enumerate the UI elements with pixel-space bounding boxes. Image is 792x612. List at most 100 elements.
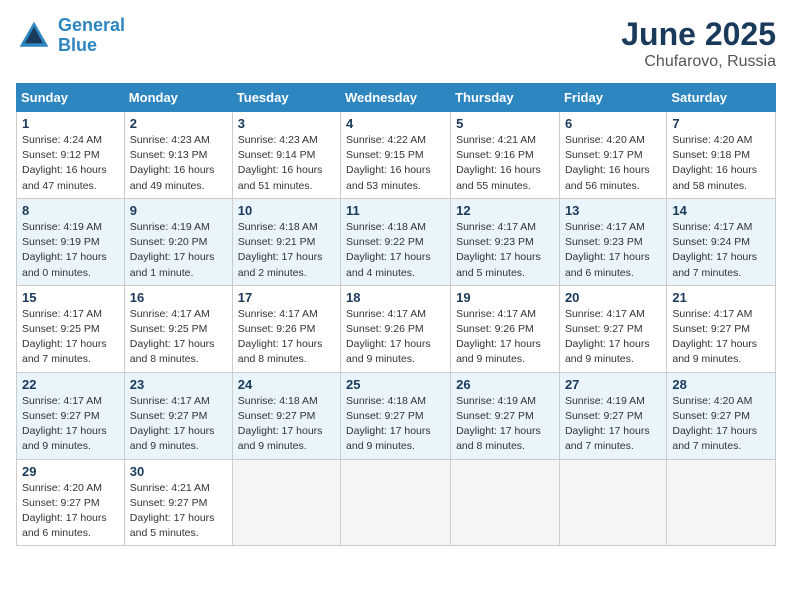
calendar-cell: 27Sunrise: 4:19 AM Sunset: 9:27 PM Dayli…	[559, 372, 666, 459]
day-number: 10	[238, 203, 335, 218]
day-number: 15	[22, 290, 119, 305]
day-info: Sunrise: 4:23 AM Sunset: 9:14 PM Dayligh…	[238, 133, 335, 194]
weekday-sunday: Sunday	[17, 84, 125, 112]
day-number: 29	[22, 464, 119, 479]
calendar-cell: 10 Sunrise: 4:18 AM Sunset: 9:21 PM Dayli…	[232, 198, 340, 285]
calendar-cell: 15 Sunrise: 4:17 AM Sunset: 9:25 PM Dayli…	[17, 285, 125, 372]
day-info: Sunrise: 4:17 AM Sunset: 9:27 PM Dayligh…	[565, 307, 661, 368]
title-area: June 2025 Chufarovo, Russia	[621, 16, 776, 71]
day-info: Sunrise: 4:17 AM Sunset: 9:25 PM Dayligh…	[22, 307, 119, 368]
day-info: Sunrise: 4:17 AM Sunset: 9:27 PM Dayligh…	[22, 394, 119, 455]
logo-line2: Blue	[58, 35, 97, 55]
day-number: 24	[238, 377, 335, 392]
calendar-cell: 17 Sunrise: 4:17 AM Sunset: 9:26 PM Dayli…	[232, 285, 340, 372]
day-info: Sunrise: 4:23 AM Sunset: 9:13 PM Dayligh…	[130, 133, 227, 194]
day-info: Sunrise: 4:17 AM Sunset: 9:27 PM Dayligh…	[672, 307, 770, 368]
day-info: Sunrise: 4:18 AM Sunset: 9:22 PM Dayligh…	[346, 220, 445, 281]
day-info: Sunrise: 4:17 AM Sunset: 9:24 PM Dayligh…	[672, 220, 770, 281]
calendar-cell	[341, 459, 451, 546]
weekday-wednesday: Wednesday	[341, 84, 451, 112]
day-number: 2	[130, 116, 227, 131]
day-number: 26	[456, 377, 554, 392]
day-info: Sunrise: 4:17 AM Sunset: 9:23 PM Dayligh…	[456, 220, 554, 281]
logo: General Blue	[16, 16, 125, 56]
calendar-body: 1 Sunrise: 4:24 AM Sunset: 9:12 PM Daylig…	[17, 112, 776, 546]
day-number: 14	[672, 203, 770, 218]
day-number: 17	[238, 290, 335, 305]
day-info: Sunrise: 4:19 AM Sunset: 9:19 PM Dayligh…	[22, 220, 119, 281]
calendar-cell: 20 Sunrise: 4:17 AM Sunset: 9:27 PM Dayli…	[559, 285, 666, 372]
day-info: Sunrise: 4:19 AM Sunset: 9:20 PM Dayligh…	[130, 220, 227, 281]
day-number: 5	[456, 116, 554, 131]
calendar-table: SundayMondayTuesdayWednesdayThursdayFrid…	[16, 83, 776, 546]
calendar-cell: 28 Sunrise: 4:20 AM Sunset: 9:27 PM Dayli…	[667, 372, 776, 459]
day-info: Sunrise: 4:20 AM Sunset: 9:27 PM Dayligh…	[22, 481, 119, 542]
day-number: 11	[346, 203, 445, 218]
day-info: Sunrise: 4:22 AM Sunset: 9:15 PM Dayligh…	[346, 133, 445, 194]
calendar-cell: 1 Sunrise: 4:24 AM Sunset: 9:12 PM Daylig…	[17, 112, 125, 199]
day-number: 19	[456, 290, 554, 305]
logo-text: General Blue	[58, 16, 125, 56]
weekday-saturday: Saturday	[667, 84, 776, 112]
day-info: Sunrise: 4:24 AM Sunset: 9:12 PM Dayligh…	[22, 133, 119, 194]
calendar-cell: 29 Sunrise: 4:20 AM Sunset: 9:27 PM Dayli…	[17, 459, 125, 546]
calendar-cell: 8Sunrise: 4:19 AM Sunset: 9:19 PM Daylig…	[17, 198, 125, 285]
calendar-week-2: 8Sunrise: 4:19 AM Sunset: 9:19 PM Daylig…	[17, 198, 776, 285]
calendar-cell: 24 Sunrise: 4:18 AM Sunset: 9:27 PM Dayli…	[232, 372, 340, 459]
day-info: Sunrise: 4:21 AM Sunset: 9:16 PM Dayligh…	[456, 133, 554, 194]
calendar-cell	[667, 459, 776, 546]
calendar-cell: 30Sunrise: 4:21 AM Sunset: 9:27 PM Dayli…	[124, 459, 232, 546]
day-number: 28	[672, 377, 770, 392]
calendar-cell: 3Sunrise: 4:23 AM Sunset: 9:14 PM Daylig…	[232, 112, 340, 199]
weekday-header-row: SundayMondayTuesdayWednesdayThursdayFrid…	[17, 84, 776, 112]
calendar-cell: 19 Sunrise: 4:17 AM Sunset: 9:26 PM Dayli…	[451, 285, 560, 372]
month-title: June 2025	[621, 16, 776, 53]
day-info: Sunrise: 4:20 AM Sunset: 9:17 PM Dayligh…	[565, 133, 661, 194]
day-number: 27	[565, 377, 661, 392]
calendar-week-3: 15 Sunrise: 4:17 AM Sunset: 9:25 PM Dayli…	[17, 285, 776, 372]
day-number: 7	[672, 116, 770, 131]
day-info: Sunrise: 4:17 AM Sunset: 9:26 PM Dayligh…	[238, 307, 335, 368]
calendar-cell: 22 Sunrise: 4:17 AM Sunset: 9:27 PM Dayli…	[17, 372, 125, 459]
calendar-cell: 7 Sunrise: 4:20 AM Sunset: 9:18 PM Daylig…	[667, 112, 776, 199]
calendar-cell: 26Sunrise: 4:19 AM Sunset: 9:27 PM Dayli…	[451, 372, 560, 459]
day-number: 9	[130, 203, 227, 218]
calendar-cell: 4Sunrise: 4:22 AM Sunset: 9:15 PM Daylig…	[341, 112, 451, 199]
day-number: 23	[130, 377, 227, 392]
calendar-cell: 25 Sunrise: 4:18 AM Sunset: 9:27 PM Dayli…	[341, 372, 451, 459]
calendar-cell: 18Sunrise: 4:17 AM Sunset: 9:26 PM Dayli…	[341, 285, 451, 372]
calendar-cell: 9 Sunrise: 4:19 AM Sunset: 9:20 PM Daylig…	[124, 198, 232, 285]
calendar-cell: 5 Sunrise: 4:21 AM Sunset: 9:16 PM Daylig…	[451, 112, 560, 199]
location-title: Chufarovo, Russia	[621, 53, 776, 71]
day-number: 22	[22, 377, 119, 392]
day-info: Sunrise: 4:18 AM Sunset: 9:21 PM Dayligh…	[238, 220, 335, 281]
calendar-cell: 2 Sunrise: 4:23 AM Sunset: 9:13 PM Daylig…	[124, 112, 232, 199]
calendar-week-1: 1 Sunrise: 4:24 AM Sunset: 9:12 PM Daylig…	[17, 112, 776, 199]
calendar-cell: 16Sunrise: 4:17 AM Sunset: 9:25 PM Dayli…	[124, 285, 232, 372]
day-number: 21	[672, 290, 770, 305]
day-number: 13	[565, 203, 661, 218]
day-info: Sunrise: 4:18 AM Sunset: 9:27 PM Dayligh…	[238, 394, 335, 455]
day-info: Sunrise: 4:17 AM Sunset: 9:27 PM Dayligh…	[130, 394, 227, 455]
calendar-cell: 14 Sunrise: 4:17 AM Sunset: 9:24 PM Dayli…	[667, 198, 776, 285]
day-number: 25	[346, 377, 445, 392]
day-info: Sunrise: 4:17 AM Sunset: 9:26 PM Dayligh…	[346, 307, 445, 368]
day-number: 1	[22, 116, 119, 131]
day-number: 30	[130, 464, 227, 479]
calendar-cell: 23 Sunrise: 4:17 AM Sunset: 9:27 PM Dayli…	[124, 372, 232, 459]
day-info: Sunrise: 4:18 AM Sunset: 9:27 PM Dayligh…	[346, 394, 445, 455]
calendar-cell	[451, 459, 560, 546]
logo-icon	[16, 18, 52, 54]
day-info: Sunrise: 4:17 AM Sunset: 9:23 PM Dayligh…	[565, 220, 661, 281]
calendar-cell: 11 Sunrise: 4:18 AM Sunset: 9:22 PM Dayli…	[341, 198, 451, 285]
day-info: Sunrise: 4:20 AM Sunset: 9:27 PM Dayligh…	[672, 394, 770, 455]
day-info: Sunrise: 4:20 AM Sunset: 9:18 PM Dayligh…	[672, 133, 770, 194]
day-number: 20	[565, 290, 661, 305]
weekday-thursday: Thursday	[451, 84, 560, 112]
calendar-cell: 21 Sunrise: 4:17 AM Sunset: 9:27 PM Dayli…	[667, 285, 776, 372]
calendar-week-4: 22 Sunrise: 4:17 AM Sunset: 9:27 PM Dayli…	[17, 372, 776, 459]
day-number: 6	[565, 116, 661, 131]
weekday-monday: Monday	[124, 84, 232, 112]
day-info: Sunrise: 4:17 AM Sunset: 9:26 PM Dayligh…	[456, 307, 554, 368]
day-number: 16	[130, 290, 227, 305]
